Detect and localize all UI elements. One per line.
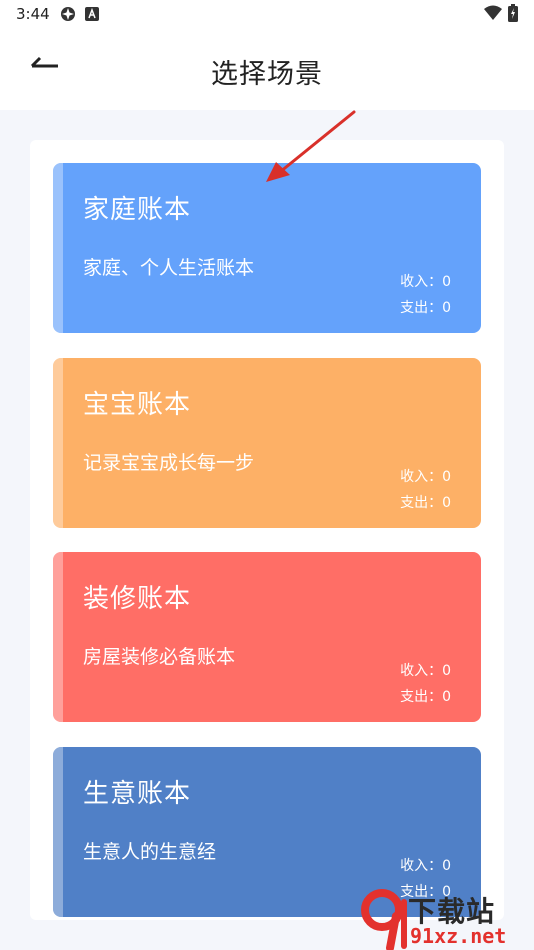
scene-card-renovation[interactable]: 装修账本 房屋装修必备账本 收入：0 支出：0: [53, 552, 481, 722]
card-income: 收入：0: [400, 274, 451, 290]
card-expense: 支出：0: [400, 495, 451, 511]
page-title: 选择场景: [211, 59, 323, 90]
card-subtitle: 记录宝宝成长每一步: [83, 452, 255, 474]
status-time: 3:44: [16, 5, 50, 23]
watermark-brand-bottom: 91xz.net: [410, 924, 507, 948]
wifi-icon: [484, 5, 502, 25]
card-title: 生意账本: [83, 779, 192, 809]
card-subtitle: 房屋装修必备账本: [83, 646, 236, 668]
card-accent-stripe: [53, 747, 63, 917]
card-income: 收入：0: [400, 469, 451, 485]
battery-icon: [508, 4, 518, 26]
card-title: 家庭账本: [83, 195, 192, 225]
sync-icon: [60, 6, 76, 26]
watermark-logo: 下载站 91xz.net: [360, 888, 534, 950]
notification-a-icon: [85, 6, 99, 25]
card-expense: 支出：0: [400, 689, 451, 705]
scene-card-family[interactable]: 家庭账本 家庭、个人生活账本 收入：0 支出：0: [53, 163, 481, 333]
card-title: 装修账本: [83, 584, 192, 614]
scene-card-baby[interactable]: 宝宝账本 记录宝宝成长每一步 收入：0 支出：0: [53, 358, 481, 528]
app-header: 选择场景: [0, 28, 534, 110]
card-accent-stripe: [53, 163, 63, 333]
scene-list-panel: 家庭账本 家庭、个人生活账本 收入：0 支出：0 宝宝账本 记录宝宝成长每一步 …: [30, 140, 504, 920]
card-income: 收入：0: [400, 858, 451, 874]
card-title: 宝宝账本: [83, 390, 192, 420]
status-bar: 3:44: [0, 0, 534, 28]
card-subtitle: 生意人的生意经: [83, 841, 217, 863]
card-subtitle: 家庭、个人生活账本: [83, 257, 255, 279]
card-expense: 支出：0: [400, 300, 451, 316]
card-accent-stripe: [53, 552, 63, 722]
card-accent-stripe: [53, 358, 63, 528]
card-income: 收入：0: [400, 663, 451, 679]
